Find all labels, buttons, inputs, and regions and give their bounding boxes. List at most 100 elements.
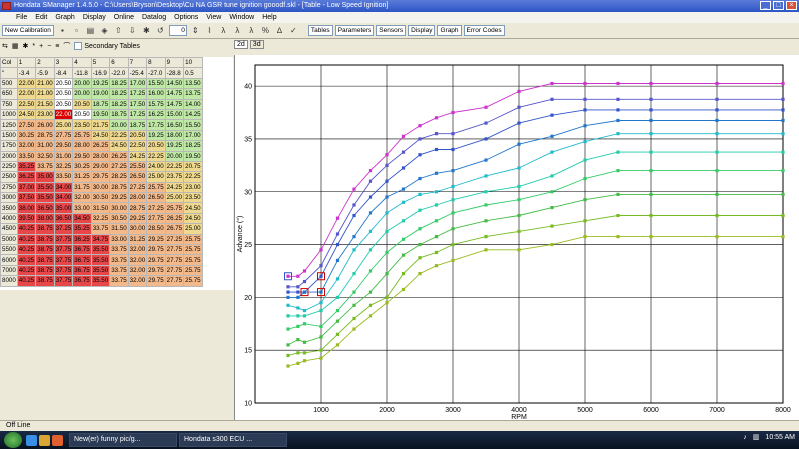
table-cell[interactable]: 36.75: [72, 275, 92, 287]
table-cell[interactable]: 27.75: [164, 244, 185, 256]
table-cell[interactable]: 35.50: [90, 254, 111, 266]
table-cell[interactable]: 31.25: [127, 233, 148, 246]
table-cell[interactable]: 23.50: [183, 192, 203, 204]
table-cell[interactable]: 16.25: [146, 108, 166, 121]
table-cell[interactable]: 20.00: [72, 77, 92, 90]
table-cell[interactable]: 18.25: [109, 77, 129, 90]
table-cell[interactable]: 22.25: [164, 160, 185, 173]
table-cell[interactable]: 40.25: [16, 233, 37, 246]
table-cell[interactable]: 19.50: [183, 150, 203, 162]
check-icon[interactable]: ✓: [288, 25, 299, 36]
table-cell[interactable]: 38.75: [35, 275, 55, 287]
table-cell[interactable]: 29.50: [53, 140, 74, 152]
open-icon[interactable]: ▫: [71, 25, 82, 36]
table-cell[interactable]: 35.50: [35, 181, 55, 194]
table-cell[interactable]: 38.00: [35, 212, 55, 225]
table-cell[interactable]: 19.25: [90, 77, 111, 90]
table-cell[interactable]: 32.00: [127, 244, 148, 256]
table-cell[interactable]: 28.25: [109, 171, 129, 183]
table-cell[interactable]: 29.75: [146, 244, 166, 256]
table-cell[interactable]: 20.00: [72, 88, 92, 100]
table-cell[interactable]: 38.75: [35, 244, 55, 256]
table-cell[interactable]: 20.50: [146, 140, 166, 152]
table-cell[interactable]: 33.00: [72, 202, 92, 214]
table-cell[interactable]: 37.75: [53, 244, 74, 256]
table-cell[interactable]: 35.00: [35, 171, 55, 183]
table-cell[interactable]: 20.00: [164, 150, 185, 162]
table-cell[interactable]: 29.75: [146, 264, 166, 277]
table-cell[interactable]: 26.00: [35, 119, 55, 131]
table-cell[interactable]: 21.50: [35, 98, 55, 110]
table-cell[interactable]: 15.50: [183, 119, 203, 131]
table-cell[interactable]: 32.00: [127, 275, 148, 287]
table-cell[interactable]: 28.75: [35, 129, 55, 142]
table-cell[interactable]: 14.25: [183, 108, 203, 121]
table-cell[interactable]: 27.75: [164, 254, 185, 266]
minimize-button[interactable]: _: [760, 1, 771, 10]
table-cell[interactable]: 22.00: [16, 88, 37, 100]
table-cell[interactable]: 30.25: [16, 129, 37, 142]
table-cell[interactable]: 28.50: [146, 223, 166, 235]
table-cell[interactable]: 26.50: [146, 192, 166, 204]
multiply-icon[interactable]: *: [32, 43, 35, 50]
table-cell[interactable]: 24.25: [164, 181, 185, 194]
table-cell[interactable]: 18.75: [109, 108, 129, 121]
table-cell[interactable]: 31.50: [90, 202, 111, 214]
table-cell[interactable]: 16.00: [146, 88, 166, 100]
settings-icon[interactable]: ✱: [141, 25, 152, 36]
table-cell[interactable]: 35.50: [90, 264, 111, 277]
delta-icon[interactable]: ∆: [274, 25, 285, 36]
table-cell[interactable]: 14.00: [183, 98, 203, 110]
table-cell[interactable]: 28.75: [109, 181, 129, 194]
table-cell[interactable]: 36.50: [53, 212, 74, 225]
table-cell[interactable]: 17.50: [127, 98, 148, 110]
table-cell[interactable]: 36.75: [72, 244, 92, 256]
smooth-icon[interactable]: ⌒: [63, 41, 70, 51]
maximize-button[interactable]: □: [773, 1, 784, 10]
table-cell[interactable]: 22.25: [146, 150, 166, 162]
table-cell[interactable]: 35.50: [90, 244, 111, 256]
table-cell[interactable]: 20.50: [53, 88, 74, 100]
table-cell[interactable]: 28.75: [127, 202, 148, 214]
table-cell[interactable]: 25.75: [146, 181, 166, 194]
table-cell[interactable]: 24.50: [109, 140, 129, 152]
table-cell[interactable]: 40.25: [16, 254, 37, 266]
table-cell[interactable]: 25.00: [164, 192, 185, 204]
table-cell[interactable]: 35.00: [53, 202, 74, 214]
table-cell[interactable]: 31.75: [72, 181, 92, 194]
table-cell[interactable]: 15.00: [164, 108, 185, 121]
lambda-icon[interactable]: λ: [218, 25, 229, 36]
table-cell[interactable]: 25.00: [183, 223, 203, 235]
table-cell[interactable]: 23.00: [35, 108, 55, 121]
table-cell[interactable]: 20.50: [53, 98, 74, 110]
save-icon[interactable]: ▪: [57, 25, 68, 36]
table-cell[interactable]: 38.00: [16, 202, 37, 214]
table-cell[interactable]: 32.50: [35, 150, 55, 162]
graph-button[interactable]: Graph: [437, 25, 462, 36]
table-cell[interactable]: 24.50: [90, 129, 111, 142]
table-cell[interactable]: 37.00: [16, 181, 37, 194]
menu-edit[interactable]: Edit: [35, 14, 47, 21]
table-cell[interactable]: 34.00: [53, 192, 74, 204]
table-cell[interactable]: 31.50: [109, 223, 129, 235]
menu-display[interactable]: Display: [83, 14, 106, 21]
table-cell[interactable]: 30.50: [109, 212, 129, 225]
counter-field[interactable]: 0: [168, 25, 187, 36]
table-cell[interactable]: 30.00: [90, 181, 111, 194]
display-button[interactable]: Display: [408, 25, 436, 36]
close-button[interactable]: ×: [786, 1, 797, 10]
table-cell[interactable]: 40.25: [16, 223, 37, 235]
new-calibration-button[interactable]: New Calibration: [2, 25, 54, 36]
table-cell[interactable]: 33.75: [109, 244, 129, 256]
menu-online[interactable]: Online: [114, 14, 134, 21]
tab-3d[interactable]: 3d: [249, 40, 264, 49]
menu-options[interactable]: Options: [174, 14, 198, 21]
table-cell[interactable]: 32.00: [127, 254, 148, 266]
table-cell[interactable]: 32.00: [16, 140, 37, 152]
table-cell[interactable]: 33.50: [53, 171, 74, 183]
error-codes-button[interactable]: Error Codes: [463, 25, 505, 36]
table-cell[interactable]: 29.00: [90, 160, 111, 173]
table-cell[interactable]: 26.75: [164, 223, 185, 235]
table-cell[interactable]: 19.00: [90, 88, 111, 100]
table-cell[interactable]: 31.25: [72, 171, 92, 183]
